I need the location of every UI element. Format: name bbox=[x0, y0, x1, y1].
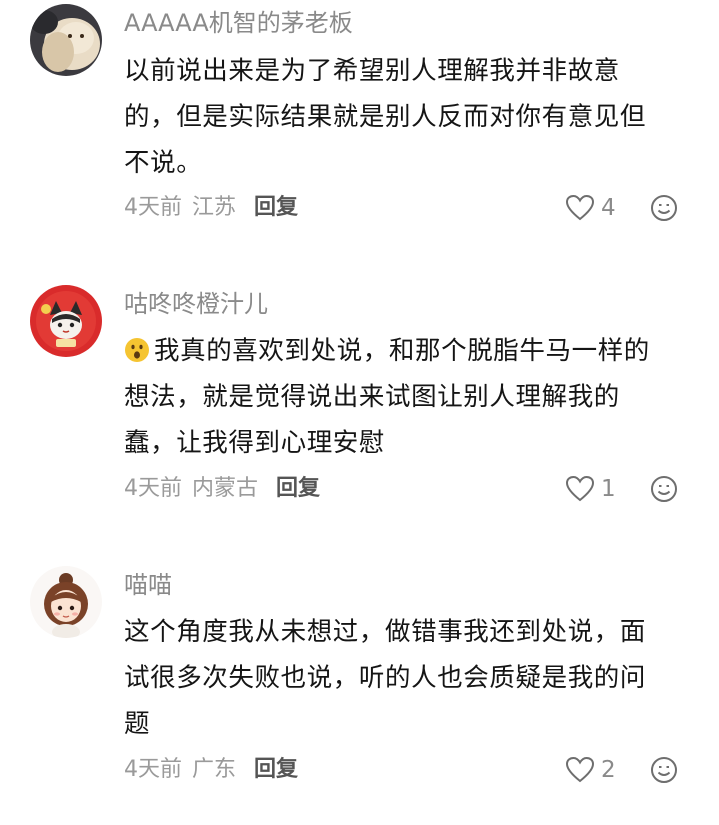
like-button[interactable]: 1 bbox=[565, 474, 616, 504]
react-button[interactable] bbox=[650, 756, 678, 784]
avatar[interactable] bbox=[30, 566, 102, 638]
like-count: 4 bbox=[601, 195, 616, 221]
reply-button[interactable]: 回复 bbox=[254, 195, 298, 220]
avatar[interactable] bbox=[30, 4, 102, 76]
comment-text-line: 想法，就是觉得说出来试图让别人理解我的 bbox=[124, 382, 620, 412]
react-button[interactable] bbox=[650, 475, 678, 503]
smiley-face-icon bbox=[650, 475, 678, 503]
comment-location: 内蒙古 bbox=[192, 476, 259, 501]
heart-outline-icon bbox=[565, 475, 595, 503]
like-count: 1 bbox=[601, 476, 616, 502]
comment-meta: 4天前 江苏 回复 bbox=[124, 193, 298, 223]
smiley-face-icon bbox=[650, 194, 678, 222]
comment-text-segment: 我真的喜欢到处说，和那个脱脂牛马一样的 bbox=[154, 336, 650, 366]
heart-outline-icon bbox=[565, 194, 595, 222]
comment-text-line: 蠢，让我得到心理安慰 bbox=[124, 428, 386, 458]
comment-text-line: 以前说出来是为了希望别人理解我并非故意 bbox=[124, 56, 620, 86]
reply-button[interactable]: 回复 bbox=[254, 757, 298, 782]
avatar[interactable] bbox=[30, 285, 102, 357]
comment-text: 以前说出来是为了希望别人理解我并非故意 的，但是实际结果就是别人反而对你有意见但… bbox=[124, 48, 694, 186]
heart-outline-icon bbox=[565, 756, 595, 784]
comment-time: 4天前 bbox=[124, 757, 182, 782]
comment-text-line: 题 bbox=[124, 709, 151, 739]
comment-text: 我真的喜欢到处说，和那个脱脂牛马一样的 想法，就是觉得说出来试图让别人理解我的 … bbox=[124, 328, 694, 466]
comment-text-line: 我真的喜欢到处说，和那个脱脂牛马一样的 bbox=[124, 328, 694, 374]
like-count: 2 bbox=[601, 757, 616, 783]
comment-location: 江苏 bbox=[192, 195, 237, 220]
username[interactable]: 喵喵 bbox=[124, 570, 172, 600]
comment-text-line: 不说。 bbox=[124, 148, 203, 178]
comment-meta: 4天前 内蒙古 回复 bbox=[124, 474, 320, 504]
comment-time: 4天前 bbox=[124, 195, 182, 220]
like-button[interactable]: 2 bbox=[565, 755, 616, 785]
comment-text-line: 这个角度我从未想过，做错事我还到处说，面 bbox=[124, 617, 647, 647]
username[interactable]: 咕咚咚橙汁儿 bbox=[124, 289, 268, 319]
comment-meta: 4天前 广东 回复 bbox=[124, 755, 298, 785]
comment-location: 广东 bbox=[192, 757, 237, 782]
comment-text-line: 的，但是实际结果就是别人反而对你有意见但 bbox=[124, 102, 647, 132]
like-button[interactable]: 4 bbox=[565, 193, 616, 223]
frowning-open-mouth-emoji bbox=[124, 332, 150, 362]
smiley-face-icon bbox=[650, 756, 678, 784]
comment-time: 4天前 bbox=[124, 476, 182, 501]
reply-button[interactable]: 回复 bbox=[276, 476, 320, 501]
comment-text-line: 试很多次失败也说，听的人也会质疑是我的问 bbox=[124, 663, 647, 693]
react-button[interactable] bbox=[650, 194, 678, 222]
username[interactable]: AAAAA机智的茅老板 bbox=[124, 8, 353, 38]
comment-text: 这个角度我从未想过，做错事我还到处说，面 试很多次失败也说，听的人也会质疑是我的… bbox=[124, 609, 694, 747]
